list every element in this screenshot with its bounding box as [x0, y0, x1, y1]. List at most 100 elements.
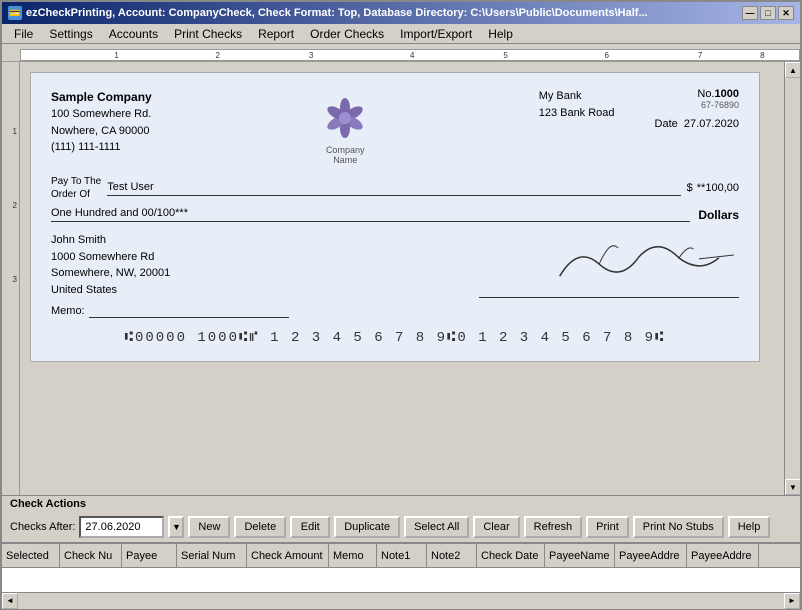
col-payee-addre2: PayeeAddre: [687, 544, 759, 567]
payee-addr1: 1000 Somewhere Rd: [51, 249, 170, 266]
menu-accounts[interactable]: Accounts: [101, 25, 166, 43]
print-no-stubs-button[interactable]: Print No Stubs: [633, 516, 724, 538]
title-bar-left: 💳 ezCheckPrinting, Account: CompanyCheck…: [8, 6, 648, 20]
logo-svg: [320, 93, 370, 143]
v-ruler-mark-2: 2: [2, 201, 19, 210]
v-ruler-mark-1: 1: [2, 127, 19, 136]
ruler-mark-8: 8: [760, 51, 764, 60]
scroll-track-v[interactable]: [785, 78, 800, 479]
ruler-inner: 1 2 3 4 5 6 7 8: [20, 49, 800, 61]
ruler-mark-3: 3: [309, 51, 313, 60]
col-note1: Note1: [377, 544, 427, 567]
payee-address: John Smith 1000 Somewhere Rd Somewhere, …: [51, 232, 170, 298]
bank-check-info: My Bank 123 Bank Road No.1000 67-76890 D…: [539, 88, 739, 130]
check-number-area: No.1000 67-76890 Date 27.07.2020: [655, 88, 739, 130]
scroll-down-button[interactable]: ▼: [785, 479, 800, 495]
col-payee: Payee: [122, 544, 177, 567]
amount-symbol: $: [687, 182, 693, 194]
title-controls: — □ ✕: [742, 6, 794, 20]
title-bar: 💳 ezCheckPrinting, Account: CompanyCheck…: [2, 2, 800, 24]
grid-area: Selected Check Nu Payee Serial Num Check…: [2, 542, 800, 592]
window-title: ezCheckPrinting, Account: CompanyCheck, …: [26, 7, 648, 19]
pay-to-label: Pay To TheOrder Of: [51, 175, 101, 201]
check-logo: CompanyName: [320, 93, 370, 165]
menu-file[interactable]: File: [6, 25, 41, 43]
col-memo: Memo: [329, 544, 377, 567]
bank-name: My Bank: [539, 88, 615, 105]
payee-name-addr: John Smith: [51, 232, 170, 249]
main-content: 1 2 3 Sample Company 100 Somewhere Rd. N…: [2, 62, 800, 495]
pay-to-line: Test User: [107, 181, 680, 196]
select-all-button[interactable]: Select All: [404, 516, 469, 538]
menu-report[interactable]: Report: [250, 25, 302, 43]
pay-to-section: Pay To TheOrder Of Test User $ **100,00: [51, 175, 739, 201]
scroll-right-button[interactable]: ►: [784, 593, 800, 609]
menu-print-checks[interactable]: Print Checks: [166, 25, 250, 43]
print-button[interactable]: Print: [586, 516, 629, 538]
amount-words-section: One Hundred and 00/100*** Dollars: [51, 207, 739, 222]
check-no-label: No.: [697, 88, 714, 100]
action-bar: Checks After: ▼ New Delete Edit Duplicat…: [2, 512, 800, 542]
menu-settings[interactable]: Settings: [41, 25, 100, 43]
company-phone: (111) 111-1111: [51, 139, 152, 156]
restore-button[interactable]: □: [760, 6, 776, 20]
date-dropdown-button[interactable]: ▼: [168, 516, 184, 538]
col-check-nu: Check Nu: [60, 544, 122, 567]
bottom-section: Check Actions Checks After: ▼ New Delete…: [2, 495, 800, 608]
close-button[interactable]: ✕: [778, 6, 794, 20]
checks-after-label: Checks After:: [10, 521, 75, 533]
menu-import-export[interactable]: Import/Export: [392, 25, 480, 43]
memo-line: [89, 304, 289, 318]
v-ruler-mark-3: 3: [2, 275, 19, 284]
grid-header: Selected Check Nu Payee Serial Num Check…: [2, 544, 800, 568]
col-check-amount: Check Amount: [247, 544, 329, 567]
payee-country: United States: [51, 282, 170, 299]
payee-addr2: Somewhere, NW, 20001: [51, 265, 170, 282]
check-document: Sample Company 100 Somewhere Rd. Nowhere…: [30, 72, 760, 362]
help-button[interactable]: Help: [728, 516, 771, 538]
scroll-track-h[interactable]: [18, 593, 784, 609]
h-ruler: 1 2 3 4 5 6 7 8: [2, 44, 800, 62]
signature-area: [459, 232, 739, 298]
amount-box: $ **100,00: [687, 182, 739, 194]
menu-help[interactable]: Help: [480, 25, 521, 43]
check-date-value: 27.07.2020: [684, 118, 739, 130]
bank-address: 123 Bank Road: [539, 105, 615, 122]
ruler-mark-6: 6: [605, 51, 609, 60]
v-ruler: 1 2 3: [2, 62, 20, 495]
company-info: Sample Company 100 Somewhere Rd. Nowhere…: [51, 88, 152, 156]
memo-label: Memo:: [51, 305, 85, 317]
menu-bar: File Settings Accounts Print Checks Repo…: [2, 24, 800, 44]
new-button[interactable]: New: [188, 516, 230, 538]
check-area[interactable]: Sample Company 100 Somewhere Rd. Nowhere…: [20, 62, 784, 495]
edit-button[interactable]: Edit: [290, 516, 330, 538]
check-header: Sample Company 100 Somewhere Rd. Nowhere…: [51, 88, 739, 165]
clear-button[interactable]: Clear: [473, 516, 519, 538]
check-actions-label: Check Actions: [2, 496, 800, 512]
bank-check-header: My Bank 123 Bank Road No.1000 67-76890 D…: [539, 88, 739, 130]
ruler-mark-7: 7: [698, 51, 702, 60]
delete-button[interactable]: Delete: [234, 516, 286, 538]
grid-body: [2, 568, 800, 592]
col-payee-addre1: PayeeAddre: [615, 544, 687, 567]
checks-after-input[interactable]: [79, 516, 164, 538]
minimize-button[interactable]: —: [742, 6, 758, 20]
check-date-line: Date 27.07.2020: [655, 118, 739, 130]
right-scrollbar: ▲ ▼: [784, 62, 800, 495]
col-payee-name: PayeeName: [545, 544, 615, 567]
company-address1: 100 Somewhere Rd.: [51, 106, 152, 123]
dollars-label: Dollars: [698, 208, 739, 222]
check-no-line: No.1000: [655, 88, 739, 100]
amount-words: One Hundred and 00/100***: [51, 207, 690, 222]
scroll-up-button[interactable]: ▲: [785, 62, 800, 78]
scroll-left-button[interactable]: ◄: [2, 593, 18, 609]
refresh-button[interactable]: Refresh: [524, 516, 583, 538]
address-sig-section: John Smith 1000 Somewhere Rd Somewhere, …: [51, 232, 739, 298]
company-name: Sample Company: [51, 88, 152, 106]
col-selected: Selected: [2, 544, 60, 567]
duplicate-button[interactable]: Duplicate: [334, 516, 400, 538]
ruler-mark-5: 5: [503, 51, 507, 60]
main-window: 💳 ezCheckPrinting, Account: CompanyCheck…: [0, 0, 802, 610]
menu-order-checks[interactable]: Order Checks: [302, 25, 392, 43]
amount-value: **100,00: [697, 182, 739, 194]
